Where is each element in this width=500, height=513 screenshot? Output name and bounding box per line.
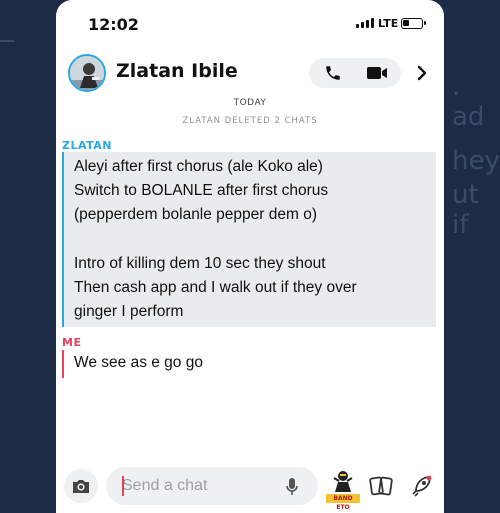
message-line: Switch to BOLANLE after first chorus <box>74 182 329 199</box>
sticker-caption: BAND ETO <box>326 494 360 511</box>
message-line: Aleyi after first chorus (ale Koko ale) <box>74 158 323 175</box>
message-line: ginger I perform <box>74 303 184 320</box>
background-fragment: ut if <box>452 180 479 240</box>
message-line: (pepperdem bolanle pepper dem o) <box>74 206 317 223</box>
chat-header: Zlatan Ibile <box>56 48 444 96</box>
status-time: 12:02 <box>88 15 139 34</box>
rocket-icon[interactable] <box>406 471 436 501</box>
status-bar: 12:02 LTE <box>56 0 444 48</box>
signal-icon <box>356 18 374 28</box>
composer-bar: BAND ETO <box>56 462 444 513</box>
phone-screen: 12:02 LTE Zlatan Ibile TODAY ZLATAN DELE… <box>56 0 444 513</box>
background-fragment: . ad <box>452 72 485 132</box>
sender-label: ME <box>62 336 82 349</box>
message-line: Intro of killing dem 10 sec they shout <box>74 255 326 272</box>
message-line: Then cash app and I walk out if they ove… <box>74 279 357 296</box>
message-line: We see as e go go <box>74 354 203 371</box>
network-label: LTE <box>378 17 399 30</box>
text-caret <box>122 476 124 496</box>
background-fragment: hey <box>452 146 500 176</box>
message-block[interactable]: Aleyi after first chorus (ale Koko ale) … <box>62 152 436 327</box>
battery-icon <box>401 18 426 29</box>
avatar[interactable] <box>68 54 106 92</box>
sender-label: ZLATAN <box>62 139 113 152</box>
day-label: TODAY <box>233 98 267 108</box>
message-block[interactable]: We see as e go go <box>62 350 436 378</box>
video-icon[interactable] <box>361 62 393 84</box>
camera-icon[interactable] <box>64 469 98 503</box>
background-divider <box>0 40 14 42</box>
phone-icon[interactable] <box>319 62 347 84</box>
contact-name[interactable]: Zlatan Ibile <box>116 60 238 82</box>
chevron-right-icon[interactable] <box>412 62 432 84</box>
system-notice: ZLATAN DELETED 2 CHATS <box>182 116 318 126</box>
cards-icon[interactable] <box>367 472 395 500</box>
sticker-icon[interactable]: BAND ETO <box>326 468 360 511</box>
microphone-icon[interactable] <box>282 475 302 499</box>
